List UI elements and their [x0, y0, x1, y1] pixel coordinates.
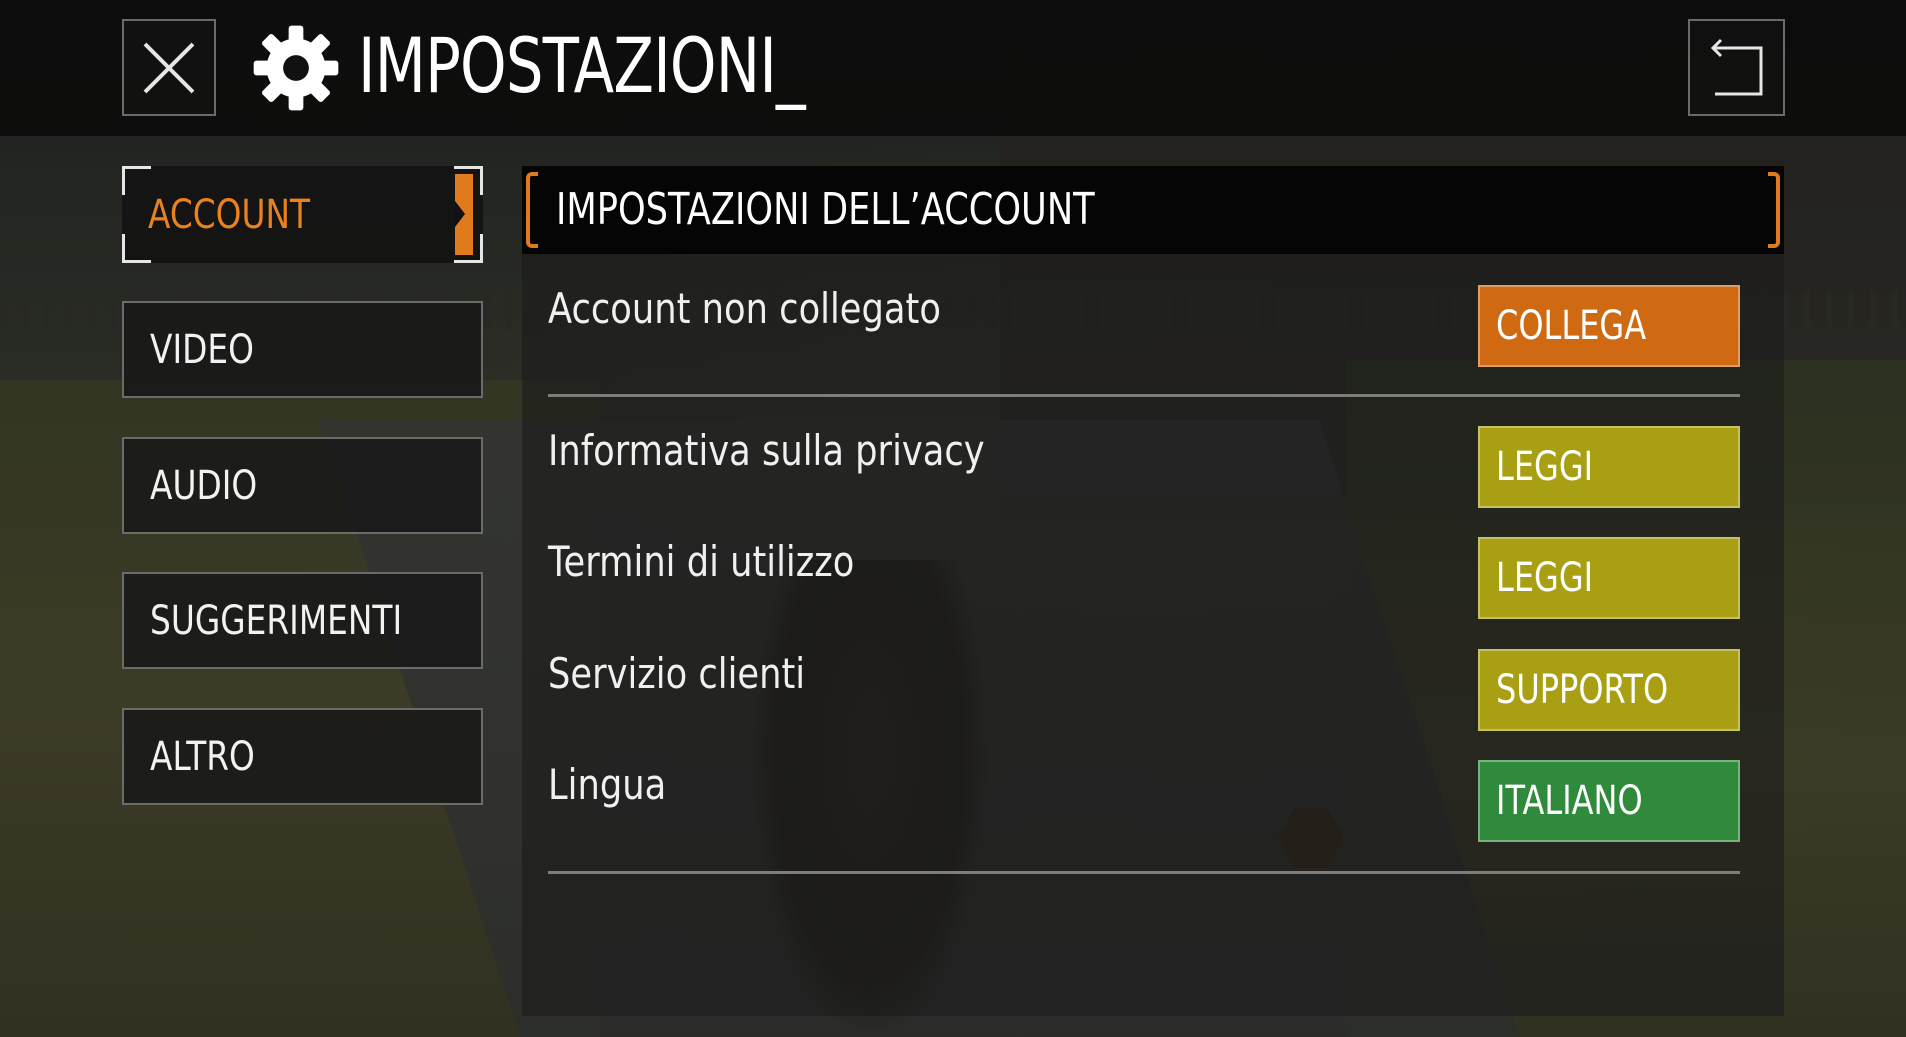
account-status-label: Account non collegato: [548, 284, 941, 333]
close-icon: [143, 42, 195, 93]
tab-suggerimenti[interactable]: SUGGERIMENTI: [122, 572, 483, 669]
active-tab-notch: [455, 201, 465, 227]
tab-label: AUDIO: [150, 462, 258, 509]
divider: [548, 394, 1740, 397]
divider: [548, 871, 1740, 874]
collega-button[interactable]: COLLEGA: [1478, 285, 1740, 367]
panel-title: IMPOSTAZIONI DELL’ACCOUNT: [556, 184, 1095, 235]
header-bracket-right: [1768, 172, 1780, 248]
privacy-policy-label: Informativa sulla privacy: [548, 426, 985, 475]
header-bracket-left: [526, 172, 538, 248]
tab-account[interactable]: ACCOUNT: [122, 166, 483, 263]
button-label: SUPPORTO: [1496, 667, 1669, 713]
tab-label: ACCOUNT: [148, 191, 311, 238]
support-button[interactable]: SUPPORTO: [1478, 649, 1740, 731]
close-button[interactable]: [122, 19, 216, 116]
privacy-read-button[interactable]: LEGGI: [1478, 426, 1740, 508]
language-select-button[interactable]: ITALIANO: [1478, 760, 1740, 842]
tab-corner: [122, 166, 151, 195]
back-button[interactable]: [1688, 19, 1785, 116]
button-label: ITALIANO: [1496, 778, 1643, 824]
customer-service-label: Servizio clienti: [548, 649, 806, 698]
button-label: LEGGI: [1496, 444, 1594, 490]
button-label: COLLEGA: [1496, 303, 1647, 349]
gear-icon: [253, 25, 339, 111]
tab-label: ALTRO: [150, 733, 255, 780]
language-label: Lingua: [548, 760, 667, 809]
tab-video[interactable]: VIDEO: [122, 301, 483, 398]
terms-read-button[interactable]: LEGGI: [1478, 537, 1740, 619]
page-title: IMPOSTAZIONI_: [358, 21, 806, 110]
button-label: LEGGI: [1496, 555, 1594, 601]
tab-corner: [122, 234, 151, 263]
tab-altro[interactable]: ALTRO: [122, 708, 483, 805]
back-arrow-icon: [1710, 38, 1762, 95]
tab-audio[interactable]: AUDIO: [122, 437, 483, 534]
tab-label: VIDEO: [150, 326, 254, 373]
tab-label: SUGGERIMENTI: [150, 597, 403, 644]
panel-header: IMPOSTAZIONI DELL’ACCOUNT: [522, 166, 1784, 254]
terms-of-use-label: Termini di utilizzo: [548, 537, 855, 586]
